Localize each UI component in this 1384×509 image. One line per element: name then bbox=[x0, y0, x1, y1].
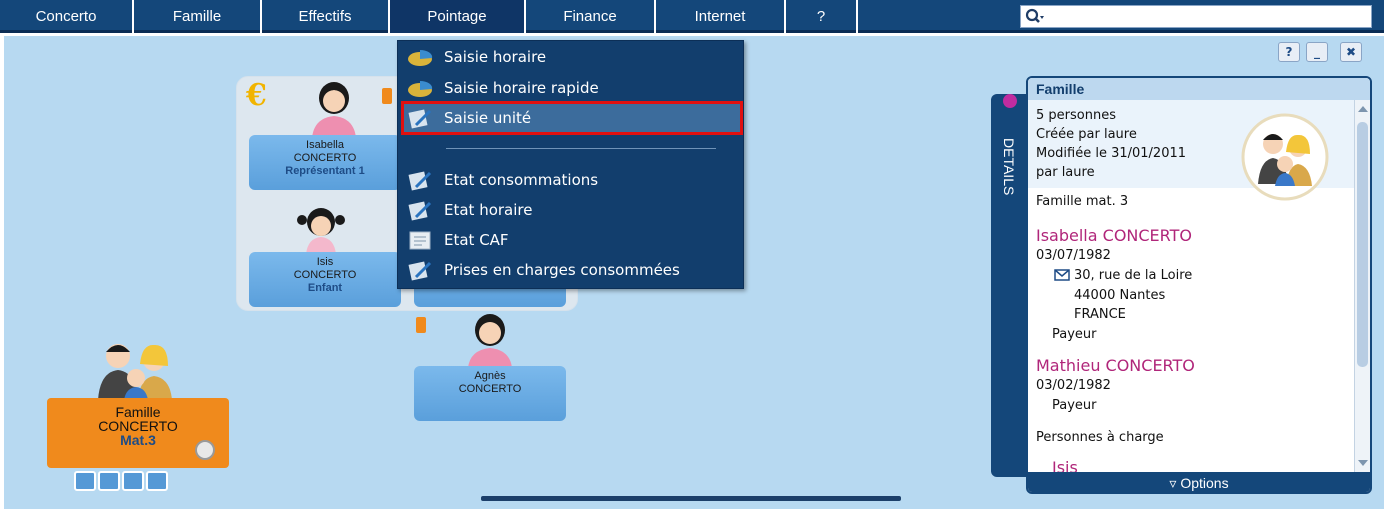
family-card-name: CONCERTO bbox=[98, 418, 178, 434]
person-card-isabella[interactable]: Isabella CONCERTO Représentant 1 bbox=[249, 135, 401, 190]
family-card[interactable]: Famille CONCERTO Mat.3 bbox=[47, 398, 229, 468]
person-last-name: CONCERTO bbox=[293, 269, 357, 281]
menu-item-label: Etat CAF bbox=[444, 231, 509, 249]
pen-sheet-icon bbox=[408, 261, 432, 281]
menu-effectifs[interactable]: Effectifs bbox=[262, 0, 390, 33]
family-avatar-icon bbox=[98, 344, 172, 400]
menu-item-saisie-horaire[interactable]: Saisie horaire bbox=[404, 43, 740, 71]
menubar: Concerto Famille Effectifs Pointage Fina… bbox=[0, 0, 1384, 36]
menu-item-saisie-horaire-rapide[interactable]: Saisie horaire rapide bbox=[404, 74, 740, 102]
menu-concerto[interactable]: Concerto bbox=[0, 0, 134, 33]
person-role: Enfant bbox=[307, 282, 343, 294]
menu-item-etat-consommations[interactable]: Etat consommations bbox=[404, 166, 740, 194]
summary-line: 5 personnes bbox=[1036, 108, 1116, 123]
parent-view-button[interactable] bbox=[122, 471, 144, 491]
address-line: 44000 Nantes bbox=[1074, 288, 1166, 303]
panel-scrollbar[interactable] bbox=[1354, 100, 1370, 472]
menu-internet[interactable]: Internet bbox=[656, 0, 786, 33]
menu-item-label: Saisie horaire bbox=[444, 48, 547, 66]
member-role: Payeur bbox=[1052, 327, 1097, 342]
scroll-down-icon[interactable] bbox=[1358, 460, 1368, 466]
magnifier-dropdown-icon[interactable] bbox=[1025, 7, 1045, 27]
help-button[interactable]: ? bbox=[1278, 42, 1300, 62]
menu-item-saisie-unite[interactable]: Saisie unité bbox=[401, 101, 743, 135]
options-button[interactable]: ▿ Options bbox=[1028, 472, 1370, 492]
menu-item-label: Etat consommations bbox=[444, 171, 599, 189]
document-icon bbox=[409, 231, 431, 250]
menu-item-label: Saisie unité bbox=[444, 109, 532, 127]
person-card-isis[interactable]: Isis CONCERTO Enfant bbox=[249, 252, 401, 307]
menu-item-label: Prises en charges consommées bbox=[444, 261, 680, 279]
group-view-button[interactable] bbox=[98, 471, 120, 491]
person-card-agnes[interactable]: Agnès CONCERTO bbox=[414, 366, 566, 421]
search-input[interactable] bbox=[1020, 5, 1372, 28]
minimize-button[interactable]: _ bbox=[1306, 42, 1328, 62]
pen-sheet-icon bbox=[408, 109, 432, 129]
person-view-button[interactable] bbox=[74, 471, 96, 491]
child-view-button[interactable] bbox=[146, 471, 168, 491]
address-line: 30, rue de la Loire bbox=[1074, 268, 1193, 283]
menu-item-label: Etat horaire bbox=[444, 201, 533, 219]
menu-help[interactable]: ? bbox=[786, 0, 858, 33]
member-birthdate: 03/02/1982 bbox=[1036, 378, 1111, 393]
summary-line: Créée par laure bbox=[1036, 127, 1137, 142]
member-birthdate: 03/07/1982 bbox=[1036, 248, 1111, 263]
pen-sheet-icon bbox=[408, 171, 432, 191]
woman-avatar-icon bbox=[312, 82, 356, 138]
menu-separator bbox=[446, 148, 716, 149]
pin-icon[interactable] bbox=[1003, 94, 1017, 108]
pen-sheet-icon bbox=[408, 201, 432, 221]
dependents-label: Personnes à charge bbox=[1036, 430, 1164, 445]
person-first-name: Isis bbox=[316, 256, 334, 268]
clock-icon[interactable] bbox=[195, 440, 215, 460]
member-name[interactable]: Isabella CONCERTO bbox=[1036, 226, 1192, 245]
family-mat-text: Famille mat. 3 bbox=[1036, 194, 1129, 209]
horizontal-scrollbar[interactable] bbox=[481, 496, 901, 501]
menu-pointage[interactable]: Pointage bbox=[390, 0, 526, 33]
phone-icon bbox=[382, 88, 392, 104]
family-avatar-icon bbox=[1241, 113, 1329, 201]
person-first-name: Isabella bbox=[306, 139, 344, 151]
panel-summary: 5 personnes Créée par laure Modifiée le … bbox=[1028, 100, 1354, 201]
menu-item-prises-en-charges[interactable]: Prises en charges consommées bbox=[404, 256, 740, 284]
menu-finance[interactable]: Finance bbox=[526, 0, 656, 33]
member-role: Payeur bbox=[1052, 398, 1097, 413]
details-tab[interactable]: DETAILS bbox=[991, 94, 1030, 477]
envelope-icon bbox=[1054, 269, 1070, 281]
euro-icon: € bbox=[246, 78, 267, 113]
scroll-up-icon[interactable] bbox=[1358, 106, 1368, 112]
pointage-dropdown-menu: Saisie horaire Saisie horaire rapide Sai… bbox=[397, 40, 744, 289]
address-line: FRANCE bbox=[1074, 307, 1126, 322]
clock-pie-icon bbox=[408, 80, 433, 97]
panel-header: Famille bbox=[1028, 78, 1370, 100]
summary-line: par laure bbox=[1036, 165, 1095, 180]
family-card-label: Famille bbox=[115, 404, 161, 420]
person-last-name: CONCERTO bbox=[293, 152, 357, 164]
details-panel: Famille 5 personnes Créée par laure Modi… bbox=[1026, 76, 1372, 494]
menu-famille[interactable]: Famille bbox=[134, 0, 262, 33]
phone-icon bbox=[416, 317, 426, 333]
girl-avatar-icon bbox=[297, 208, 345, 254]
menu-item-etat-horaire[interactable]: Etat horaire bbox=[404, 196, 740, 224]
menu-item-label: Saisie horaire rapide bbox=[444, 79, 599, 97]
close-button[interactable]: ✖ bbox=[1340, 42, 1362, 62]
woman-avatar-icon bbox=[468, 314, 512, 368]
person-first-name: Agnès bbox=[474, 370, 506, 382]
scroll-thumb[interactable] bbox=[1357, 122, 1368, 367]
details-tab-label: DETAILS bbox=[1001, 138, 1017, 196]
person-last-name: CONCERTO bbox=[458, 383, 522, 395]
member-name[interactable]: Mathieu CONCERTO bbox=[1036, 356, 1195, 375]
clock-pie-icon bbox=[408, 49, 433, 66]
person-role: Représentant 1 bbox=[285, 165, 365, 177]
menu-item-etat-caf[interactable]: Etat CAF bbox=[404, 226, 740, 254]
summary-line: Modifiée le 31/01/2011 bbox=[1036, 146, 1187, 161]
